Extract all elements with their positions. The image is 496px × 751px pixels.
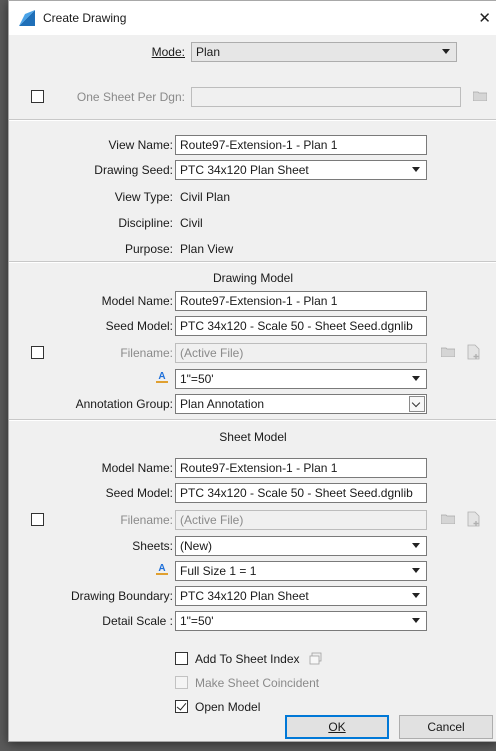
- annotation-scale-icon: A: [156, 371, 168, 383]
- annotation-scale-icon: A: [156, 563, 168, 575]
- purpose-value: Plan View: [180, 242, 234, 256]
- sheet-filename-label: Filename:: [120, 513, 173, 527]
- separator: [9, 261, 496, 263]
- one-sheet-per-dgn-label: One Sheet Per Dgn:: [76, 90, 185, 104]
- drawing-seed-model-label: Seed Model:: [105, 319, 173, 333]
- view-type-value: Civil Plan: [180, 190, 231, 204]
- ok-button[interactable]: OK: [285, 715, 389, 739]
- window-title: Create Drawing: [43, 11, 127, 25]
- sheet-model-title: Sheet Model: [219, 430, 287, 444]
- drawing-boundary-value: PTC 34x120 Plan Sheet: [180, 589, 309, 603]
- mode-label: Mode:: [151, 45, 185, 59]
- chevron-down-icon: [412, 568, 420, 573]
- purpose-label: Purpose:: [124, 242, 173, 256]
- dropdown-button[interactable]: [409, 396, 425, 412]
- drawing-seed-label: Drawing Seed:: [94, 163, 173, 177]
- drawing-boundary-select[interactable]: PTC 34x120 Plan Sheet: [175, 586, 427, 606]
- sheet-seed-model-label: Seed Model:: [105, 486, 173, 500]
- folder-icon[interactable]: [441, 347, 455, 357]
- drawing-annotation-scale-select[interactable]: 1"=50': [175, 369, 427, 389]
- chevron-down-icon: [412, 618, 420, 623]
- sheet-filename-checkbox[interactable]: [31, 513, 44, 526]
- sheet-index-icon[interactable]: [309, 652, 323, 665]
- title-bar[interactable]: Create Drawing ✕: [9, 1, 496, 35]
- add-to-sheet-index-checkbox[interactable]: [175, 652, 188, 665]
- sheet-model-name-input[interactable]: Route97-Extension-1 - Plan 1: [175, 458, 427, 478]
- discipline-label: Discipline:: [118, 216, 173, 230]
- sheet-filename-field[interactable]: (Active File): [175, 510, 427, 530]
- add-to-sheet-index-label: Add To Sheet Index: [195, 652, 300, 666]
- separator: [9, 119, 496, 121]
- chevron-down-icon: [412, 593, 420, 598]
- chevron-down-icon: [412, 376, 420, 381]
- separator: [9, 419, 496, 421]
- sheet-scale-value: Full Size 1 = 1: [180, 564, 257, 578]
- detail-scale-label: Detail Scale :: [102, 614, 173, 628]
- sheets-select[interactable]: (New): [175, 536, 427, 556]
- close-icon[interactable]: ✕: [478, 9, 491, 27]
- folder-icon[interactable]: [441, 514, 455, 524]
- mode-select[interactable]: Plan: [191, 42, 457, 62]
- drawing-seed-value: PTC 34x120 Plan Sheet: [180, 163, 309, 177]
- drawing-model-name-label: Model Name:: [101, 294, 173, 308]
- open-model-checkbox[interactable]: [175, 700, 188, 713]
- chevron-down-icon: [442, 49, 450, 54]
- one-sheet-per-dgn-field[interactable]: [191, 87, 461, 107]
- detail-scale-select[interactable]: 1"=50': [175, 611, 427, 631]
- drawing-filename-label: Filename:: [120, 346, 173, 360]
- view-type-label: View Type:: [114, 190, 173, 204]
- svg-text:A: A: [158, 371, 165, 382]
- sheets-label: Sheets:: [132, 539, 173, 553]
- drawing-model-name-input[interactable]: Route97-Extension-1 - Plan 1: [175, 291, 427, 311]
- drawing-seed-model-input[interactable]: PTC 34x120 - Scale 50 - Sheet Seed.dgnli…: [175, 316, 427, 336]
- folder-icon[interactable]: [473, 91, 487, 101]
- drawing-boundary-label: Drawing Boundary:: [70, 589, 173, 603]
- create-drawing-dialog: Create Drawing ✕ Mode: Plan One Sheet Pe…: [8, 0, 496, 742]
- microstation-app-icon: [19, 10, 35, 26]
- sheets-value: (New): [180, 539, 212, 553]
- annotation-group-label: Annotation Group:: [75, 397, 173, 411]
- new-file-icon[interactable]: [467, 344, 481, 360]
- chevron-down-icon: [412, 167, 420, 172]
- make-sheet-coincident-checkbox[interactable]: [175, 676, 188, 689]
- detail-scale-value: 1"=50': [180, 614, 214, 628]
- make-sheet-coincident-label: Make Sheet Coincident: [195, 676, 320, 690]
- drawing-filename-field[interactable]: (Active File): [175, 343, 427, 363]
- view-name-input[interactable]: Route97-Extension-1 - Plan 1: [175, 135, 427, 155]
- open-model-label: Open Model: [195, 700, 261, 714]
- annotation-group-value: Plan Annotation: [180, 397, 265, 411]
- new-file-icon[interactable]: [467, 511, 481, 527]
- discipline-value: Civil: [180, 216, 203, 230]
- drawing-filename-checkbox[interactable]: [31, 346, 44, 359]
- chevron-down-icon: [412, 543, 420, 548]
- sheet-annotation-scale-select[interactable]: Full Size 1 = 1: [175, 561, 427, 581]
- svg-text:A: A: [158, 563, 165, 574]
- mode-value: Plan: [196, 45, 221, 59]
- annotation-group-select[interactable]: Plan Annotation: [175, 394, 427, 414]
- view-name-label: View Name:: [108, 138, 173, 152]
- one-sheet-per-dgn-checkbox[interactable]: [31, 90, 44, 103]
- drawing-scale-value: 1"=50': [180, 372, 214, 386]
- sheet-seed-model-input[interactable]: PTC 34x120 - Scale 50 - Sheet Seed.dgnli…: [175, 483, 427, 503]
- cancel-button[interactable]: Cancel: [399, 715, 493, 739]
- chevron-down-icon: [411, 398, 421, 408]
- drawing-seed-select[interactable]: PTC 34x120 Plan Sheet: [175, 160, 427, 180]
- drawing-model-title: Drawing Model: [212, 271, 294, 285]
- sheet-model-name-label: Model Name:: [101, 461, 173, 475]
